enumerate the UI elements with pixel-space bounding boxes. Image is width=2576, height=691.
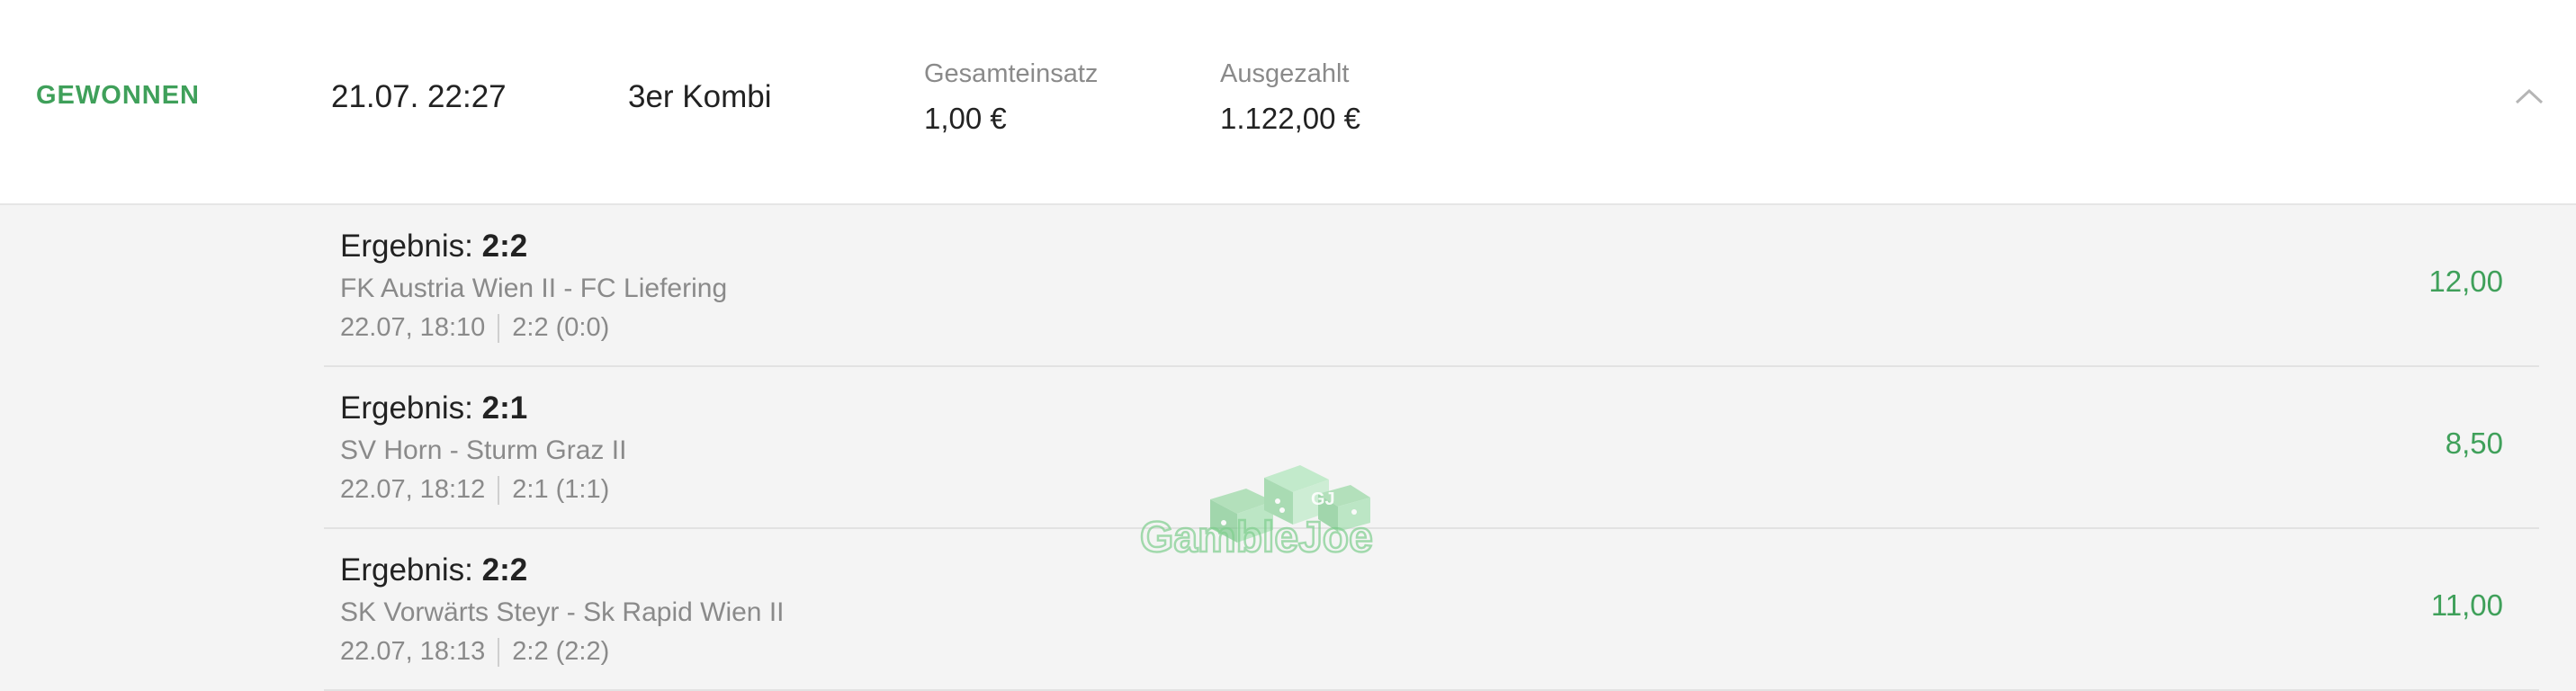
bet-date: 21.07. 22:27: [331, 79, 507, 114]
selection-match: SV Horn - Sturm Graz II: [340, 435, 627, 465]
selection-odds: 12,00: [2428, 265, 2503, 298]
result-score: 2:1: [481, 390, 528, 426]
bet-type: 3er Kombi: [628, 79, 772, 114]
result-label: Ergebnis:: [340, 390, 473, 426]
payout-label: Ausgezahlt: [1220, 59, 1350, 88]
result-label: Ergebnis:: [340, 552, 473, 588]
meta-divider: [498, 475, 500, 505]
bet-selections: Ergebnis: 2:2 FK Austria Wien II - FC Li…: [0, 205, 2576, 691]
collapse-button[interactable]: [2511, 83, 2547, 110]
selection-match: FK Austria Wien II - FC Liefering: [340, 274, 728, 303]
result-score: 2:2: [481, 552, 528, 588]
selection-final-score: 2:2 (0:0): [512, 313, 610, 342]
selection-row: Ergebnis: 2:2 SK Vorwärts Steyr - Sk Rap…: [324, 529, 2539, 691]
selection-result: Ergebnis: 2:2: [340, 552, 527, 588]
chevron-up-icon: [2515, 88, 2544, 104]
payout-column: Ausgezahlt 1.122,00 €: [1220, 59, 1360, 136]
selection-meta: 22.07, 18:10 2:2 (0:0): [340, 313, 609, 343]
selection-row: Ergebnis: 2:2 FK Austria Wien II - FC Li…: [324, 205, 2539, 367]
selection-kickoff: 22.07, 18:10: [340, 313, 486, 342]
meta-divider: [498, 637, 500, 667]
selection-odds: 11,00: [2430, 588, 2503, 622]
stake-value: 1,00 €: [924, 102, 1007, 135]
payout-value: 1.122,00 €: [1220, 102, 1360, 135]
selection-odds: 8,50: [2445, 426, 2503, 460]
selection-meta: 22.07, 18:13 2:2 (2:2): [340, 637, 609, 667]
result-score: 2:2: [481, 229, 528, 264]
selection-final-score: 2:1 (1:1): [512, 475, 610, 504]
selection-meta: 22.07, 18:12 2:1 (1:1): [340, 475, 609, 505]
result-label: Ergebnis:: [340, 229, 473, 264]
stake-column: Gesamteinsatz 1,00 €: [924, 59, 1098, 136]
meta-divider: [498, 313, 500, 343]
bet-status: GEWONNEN: [36, 81, 200, 110]
selection-result: Ergebnis: 2:2: [340, 229, 527, 265]
selection-result: Ergebnis: 2:1: [340, 390, 527, 426]
bet-summary-header[interactable]: GEWONNEN 21.07. 22:27 3er Kombi Gesamtei…: [0, 0, 2576, 205]
selection-final-score: 2:2 (2:2): [512, 637, 610, 666]
selection-match: SK Vorwärts Steyr - Sk Rapid Wien II: [340, 597, 785, 627]
selection-row: Ergebnis: 2:1 SV Horn - Sturm Graz II 22…: [324, 367, 2539, 529]
selection-kickoff: 22.07, 18:13: [340, 637, 486, 666]
selection-kickoff: 22.07, 18:12: [340, 475, 486, 504]
stake-label: Gesamteinsatz: [924, 59, 1099, 88]
